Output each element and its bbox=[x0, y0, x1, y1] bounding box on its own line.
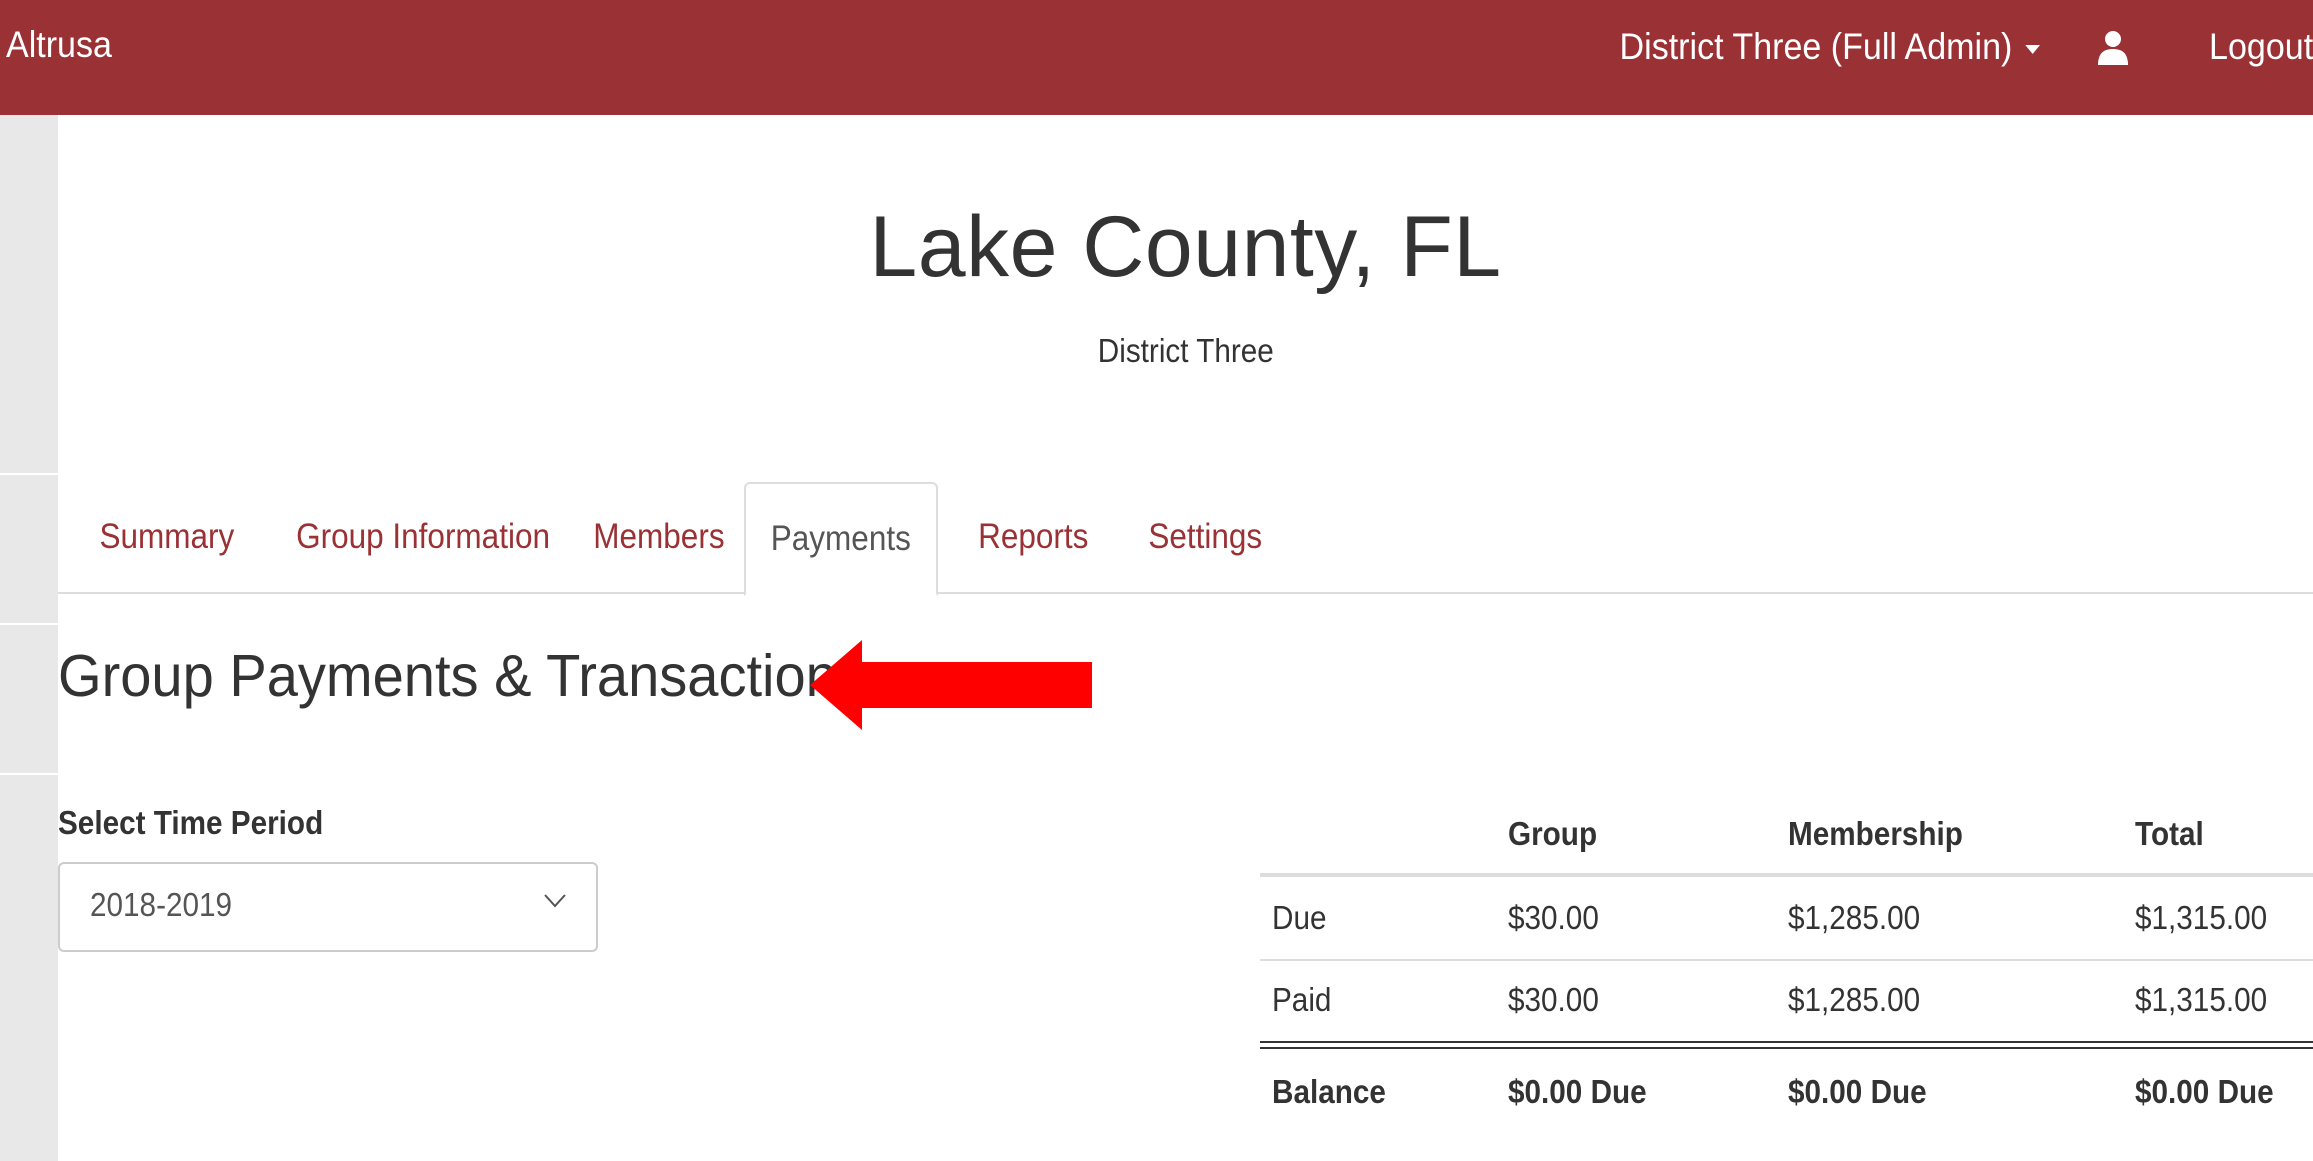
district-name: District Three bbox=[1097, 332, 1274, 369]
tab-bar: Summary Group Information Members Paymen… bbox=[58, 482, 2313, 596]
balance-membership-value: $0.00 Due bbox=[1788, 1073, 1927, 1110]
sidebar-divider bbox=[0, 623, 58, 625]
page-title: Lake County, FL bbox=[869, 199, 1502, 295]
column-header-membership: Membership bbox=[1788, 815, 1963, 852]
column-header-group: Group bbox=[1508, 815, 1598, 852]
brand-logo-text[interactable]: Altrusa bbox=[6, 24, 112, 66]
tab-group-information[interactable]: Group Information bbox=[282, 482, 564, 592]
total-divider-bottom bbox=[1260, 1047, 2313, 1049]
due-group-value: $30.00 bbox=[1508, 899, 1599, 936]
tab-label: Settings bbox=[1148, 517, 1263, 556]
select-time-period-label: Select Time Period bbox=[58, 804, 324, 841]
tab-payments[interactable]: Payments bbox=[744, 482, 938, 596]
top-navbar: Altrusa District Three (Full Admin) Logo… bbox=[0, 0, 2313, 115]
row-label-due: Due bbox=[1272, 899, 1327, 936]
caret-down-icon bbox=[2025, 44, 2040, 54]
due-membership-value: $1,285.00 bbox=[1788, 899, 1921, 936]
table-header-row: Group Membership Total bbox=[1260, 805, 2313, 875]
paid-membership-value: $1,285.00 bbox=[1788, 981, 1921, 1018]
tab-settings[interactable]: Settings bbox=[1142, 482, 1268, 592]
table-row: Paid $30.00 $1,285.00 $1,315.00 bbox=[1260, 961, 2313, 1043]
account-dropdown[interactable]: District Three (Full Admin) bbox=[1619, 26, 2040, 68]
left-sidebar-strip bbox=[0, 115, 58, 1161]
tab-label: Group Information bbox=[296, 517, 550, 556]
due-total-value: $1,315.00 bbox=[2135, 899, 2268, 936]
time-period-select[interactable]: 2018-2019 bbox=[58, 862, 598, 952]
paid-total-value: $1,315.00 bbox=[2135, 981, 2268, 1018]
page-subtitle: District Three bbox=[58, 332, 2313, 370]
table-footer-row: Balance $0.00 Due $0.00 Due $0.00 Due bbox=[1260, 1051, 2313, 1135]
sidebar-divider bbox=[0, 773, 58, 775]
tab-label: Reports bbox=[978, 517, 1089, 556]
navbar-right: District Three (Full Admin) Logout bbox=[1583, 24, 2313, 70]
balance-group-value: $0.00 Due bbox=[1508, 1073, 1647, 1110]
tab-reports[interactable]: Reports bbox=[972, 482, 1095, 592]
column-header-total: Total bbox=[2135, 815, 2204, 852]
red-arrow-icon bbox=[810, 640, 1092, 730]
logout-link[interactable]: Logout bbox=[2209, 26, 2313, 68]
tab-members[interactable]: Members bbox=[586, 482, 732, 592]
paid-group-value: $30.00 bbox=[1508, 981, 1599, 1018]
table-row: Due $30.00 $1,285.00 $1,315.00 bbox=[1260, 877, 2313, 959]
tab-summary[interactable]: Summary bbox=[92, 482, 242, 592]
chevron-down-icon bbox=[544, 894, 566, 908]
total-divider-top bbox=[1260, 1041, 2313, 1043]
sidebar-divider bbox=[0, 473, 58, 475]
section-heading: Group Payments & Transactions bbox=[58, 643, 865, 709]
tab-label: Summary bbox=[99, 517, 235, 556]
tab-label: Payments bbox=[770, 519, 912, 558]
row-label-paid: Paid bbox=[1272, 981, 1332, 1018]
time-period-value: 2018-2019 bbox=[90, 886, 233, 923]
account-dropdown-label: District Three (Full Admin) bbox=[1619, 26, 2013, 67]
row-label-balance: Balance bbox=[1272, 1073, 1386, 1110]
tab-label: Members bbox=[593, 517, 725, 556]
balance-total-value: $0.00 Due bbox=[2135, 1073, 2274, 1110]
user-icon[interactable] bbox=[2096, 29, 2130, 65]
